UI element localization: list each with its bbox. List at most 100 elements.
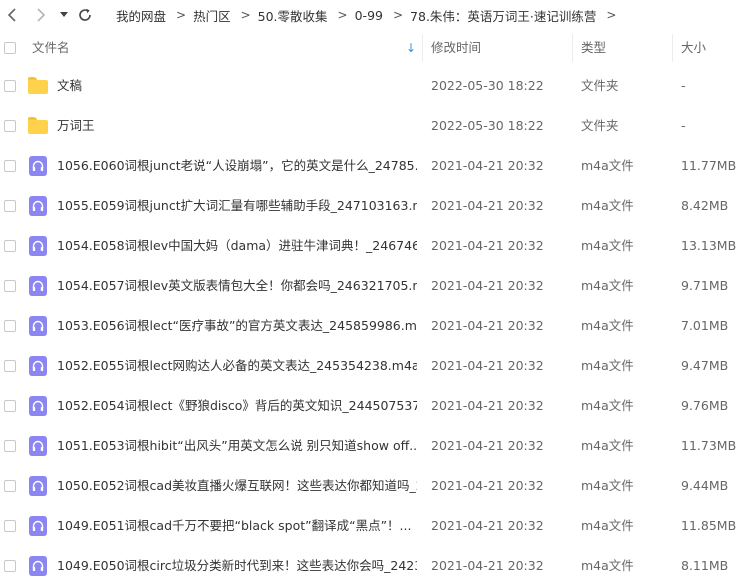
column-divider[interactable] [422,34,423,62]
audio-file-icon [28,476,48,496]
refresh-button[interactable] [77,5,93,25]
file-type: m4a文件 [581,558,634,573]
file-type: m4a文件 [581,318,634,333]
row-checkbox[interactable] [4,400,16,412]
file-name[interactable]: 1056.E060词根junct老说“人设崩塌”，它的英文是什么_24785..… [57,146,417,186]
file-size: 8.42MB [681,198,729,213]
breadcrumb-separator: > [240,8,251,22]
sort-arrow-icon[interactable]: ↓ [406,30,416,66]
file-type: m4a文件 [581,158,634,173]
select-all-checkbox[interactable] [4,42,16,54]
breadcrumb-item[interactable]: 我的网盘 [116,6,166,25]
row-checkbox[interactable] [4,360,16,372]
history-dropdown-button[interactable] [58,5,70,25]
table-row[interactable]: 万词王 2022-05-30 18:22 文件夹 - [0,106,739,146]
file-name[interactable]: 万词王 [57,106,417,146]
row-checkbox[interactable] [4,440,16,452]
forward-button[interactable] [33,5,49,25]
breadcrumb-item[interactable]: 78.朱伟：英语万词王·速记训练营 [410,6,596,25]
file-type: m4a文件 [581,438,634,453]
table-row[interactable]: 1052.E055词根lect网购达人必备的英文表达_245354238.m4a… [0,346,739,386]
refresh-icon [79,8,91,21]
file-name[interactable]: 1049.E051词根cad千万不要把“black spot”翻译成“黑点”！.… [57,506,417,546]
modified-time: 2021-04-21 20:32 [431,478,544,493]
column-header-size[interactable]: 大小 [681,30,706,66]
file-size: 9.76MB [681,398,729,413]
table-row[interactable]: 1056.E060词根junct老说“人设崩塌”，它的英文是什么_24785..… [0,146,739,186]
row-checkbox[interactable] [4,560,16,572]
row-checkbox[interactable] [4,160,16,172]
file-size: 11.77MB [681,158,737,173]
file-name[interactable]: 1054.E058词根lev中国大妈（dama）进驻牛津词典！_2467468.… [57,226,417,266]
modified-time: 2021-04-21 20:32 [431,358,544,373]
breadcrumb-separator: > [606,8,617,22]
breadcrumb-item[interactable]: 0-99 [355,8,383,23]
table-row[interactable]: 1050.E052词根cad美妆直播火爆互联网！这些表达你都知道吗_2... 2… [0,466,739,506]
table-header: 文件名 ↓ 修改时间 类型 大小 [0,30,739,66]
column-divider[interactable] [672,34,673,62]
column-header-modified[interactable]: 修改时间 [431,30,481,66]
column-header-type[interactable]: 类型 [581,30,606,66]
file-name[interactable]: 1053.E056词根lect“医疗事故”的官方英文表达_245859986.m… [57,306,417,346]
breadcrumb-item[interactable]: 50.零散收集 [258,6,328,25]
file-name[interactable]: 1051.E053词根hibit“出风头”用英文怎么说 别只知道show off… [57,426,417,466]
row-checkbox[interactable] [4,520,16,532]
row-checkbox[interactable] [4,480,16,492]
file-name[interactable]: 1054.E057词根lev英文版表情包大全！你都会吗_246321705.m4… [57,266,417,306]
audio-file-icon [28,316,48,336]
breadcrumb-separator: > [392,8,404,22]
table-row[interactable]: 1049.E051词根cad千万不要把“black spot”翻译成“黑点”！.… [0,506,739,546]
file-name[interactable]: 1055.E059词根junct扩大词汇量有哪些辅助手段_247103163.m… [57,186,417,226]
audio-file-icon [28,516,48,536]
file-size: 7.01MB [681,318,729,333]
row-checkbox[interactable] [4,320,16,332]
file-size: 9.71MB [681,278,729,293]
file-name[interactable]: 1050.E052词根cad美妆直播火爆互联网！这些表达你都知道吗_2... [57,466,417,506]
modified-time: 2021-04-21 20:32 [431,238,544,253]
column-divider[interactable] [572,34,573,62]
audio-file-icon [28,356,48,376]
modified-time: 2021-04-21 20:32 [431,438,544,453]
file-type: 文件夹 [581,78,619,93]
table-row[interactable]: 文稿 2022-05-30 18:22 文件夹 - [0,66,739,106]
audio-file-icon [28,236,48,256]
table-row[interactable]: 1052.E054词根lect《野狼disco》背后的英文知识_24450753… [0,386,739,426]
audio-file-icon [28,276,48,296]
file-type: m4a文件 [581,518,634,533]
audio-file-icon [28,556,48,576]
chevron-right-icon [37,8,46,22]
breadcrumb-item[interactable]: 热门区 [193,6,231,25]
file-name[interactable]: 1052.E054词根lect《野狼disco》背后的英文知识_24450753… [57,386,417,426]
file-name[interactable]: 1052.E055词根lect网购达人必备的英文表达_245354238.m4a [57,346,417,386]
modified-time: 2021-04-21 20:32 [431,558,544,573]
table-row[interactable]: 1054.E057词根lev英文版表情包大全！你都会吗_246321705.m4… [0,266,739,306]
audio-file-icon [28,436,48,456]
table-row[interactable]: 1053.E056词根lect“医疗事故”的官方英文表达_245859986.m… [0,306,739,346]
file-type: m4a文件 [581,198,634,213]
row-checkbox[interactable] [4,200,16,212]
column-header-name[interactable]: 文件名 [32,30,70,66]
modified-time: 2021-04-21 20:32 [431,318,544,333]
file-type: m4a文件 [581,358,634,373]
modified-time: 2021-04-21 20:32 [431,198,544,213]
breadcrumb-separator: > [176,8,187,22]
navigation-bar: 我的网盘 > 热门区 > 50.零散收集 > 0-99 > 78.朱伟：英语万词… [0,0,739,30]
table-row[interactable]: 1051.E053词根hibit“出风头”用英文怎么说 别只知道show off… [0,426,739,466]
table-row[interactable]: 1055.E059词根junct扩大词汇量有哪些辅助手段_247103163.m… [0,186,739,226]
back-button[interactable] [4,5,20,25]
table-row[interactable]: 1054.E058词根lev中国大妈（dama）进驻牛津词典！_2467468.… [0,226,739,266]
chevron-left-icon [7,8,16,22]
file-size: 11.73MB [681,438,737,453]
row-checkbox[interactable] [4,280,16,292]
modified-time: 2022-05-30 18:22 [431,78,544,93]
file-name[interactable]: 1049.E050词根circ垃圾分类新时代到来！这些表达你会吗_24236..… [57,546,417,578]
breadcrumb-separator: > [337,8,348,22]
row-checkbox[interactable] [4,80,16,92]
row-checkbox[interactable] [4,240,16,252]
file-size: 13.13MB [681,238,737,253]
table-row[interactable]: 1049.E050词根circ垃圾分类新时代到来！这些表达你会吗_24236..… [0,546,739,578]
file-name[interactable]: 文稿 [57,66,417,106]
breadcrumb: 我的网盘 > 热门区 > 50.零散收集 > 0-99 > 78.朱伟：英语万词… [116,0,623,30]
row-checkbox[interactable] [4,120,16,132]
caret-down-icon [60,12,68,17]
